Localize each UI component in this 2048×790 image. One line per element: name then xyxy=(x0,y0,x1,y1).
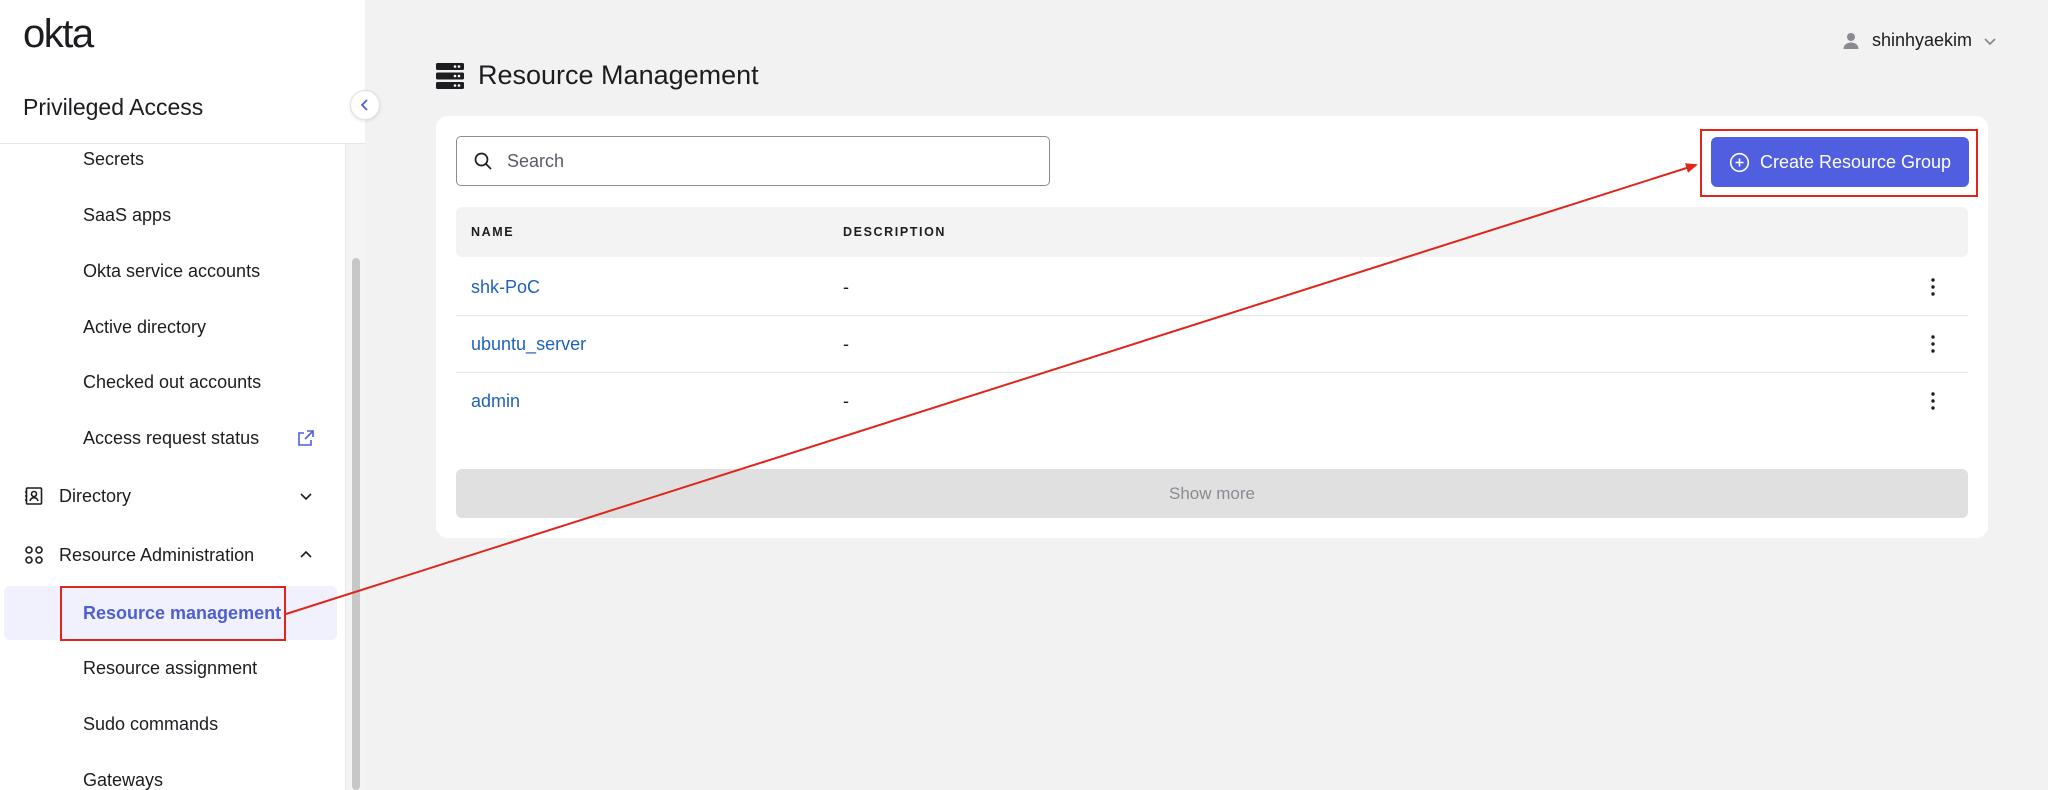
resource-group-description: - xyxy=(843,334,849,354)
user-icon xyxy=(1843,32,1859,49)
sidebar-section-resource-administration[interactable]: Resource Administration xyxy=(0,528,340,582)
server-icon xyxy=(436,62,464,89)
table-row: ubuntu_server - xyxy=(456,316,1968,373)
sidebar-item-gateways[interactable]: Gateways xyxy=(0,753,340,790)
sidebar-item-active-directory[interactable]: Active directory xyxy=(0,300,340,354)
chevron-left-icon xyxy=(360,99,368,111)
grid-icon xyxy=(24,545,44,565)
table-row: admin - xyxy=(456,373,1968,430)
table-row: shk-PoC - xyxy=(456,259,1968,316)
search-input[interactable] xyxy=(507,150,1027,172)
sidebar-item-sudo-commands[interactable]: Sudo commands xyxy=(0,697,340,751)
resource-group-link[interactable]: ubuntu_server xyxy=(471,316,586,373)
column-header-name[interactable]: NAME xyxy=(471,207,514,257)
row-actions-button[interactable] xyxy=(1922,333,1944,355)
sidebar-section-directory[interactable]: Directory xyxy=(0,469,340,523)
sidebar-item-okta-service-accounts[interactable]: Okta service accounts xyxy=(0,244,340,298)
search-icon xyxy=(474,152,492,170)
page-title: Resource Management xyxy=(478,60,759,90)
page-header: Resource Management xyxy=(436,60,759,91)
chevron-down-icon xyxy=(1984,37,1996,45)
row-actions-button[interactable] xyxy=(1922,276,1944,298)
more-vertical-icon xyxy=(1931,278,1935,296)
search-box[interactable] xyxy=(456,136,1050,186)
sidebar-scrollbar-thumb[interactable] xyxy=(352,258,360,790)
row-actions-button[interactable] xyxy=(1922,390,1944,412)
table-header: NAME DESCRIPTION xyxy=(456,207,1968,257)
sidebar-item-secrets[interactable]: Secrets xyxy=(0,132,340,186)
sidebar-item-saas-apps[interactable]: SaaS apps xyxy=(0,188,340,242)
more-vertical-icon xyxy=(1931,335,1935,353)
sidebar: okta Privileged Access Secrets SaaS apps… xyxy=(0,0,365,790)
username: shinhyaekim xyxy=(1871,30,1972,50)
sidebar-collapse-button[interactable] xyxy=(350,90,380,120)
column-header-description: DESCRIPTION xyxy=(843,225,947,239)
okta-logo[interactable]: okta xyxy=(23,12,94,57)
annotation-box-resource-management xyxy=(60,586,286,641)
user-menu[interactable]: shinhyaekim xyxy=(1842,30,1998,51)
app-title: Privileged Access xyxy=(23,94,204,120)
sidebar-item-checked-out-accounts[interactable]: Checked out accounts xyxy=(0,355,340,409)
directory-icon xyxy=(24,486,44,506)
external-link-icon xyxy=(298,430,314,446)
resource-group-link[interactable]: shk-PoC xyxy=(471,259,540,316)
sidebar-item-access-request-status[interactable]: Access request status xyxy=(0,411,340,465)
annotation-box-create-button xyxy=(1700,129,1978,197)
sidebar-item-resource-assignment[interactable]: Resource assignment xyxy=(0,641,340,695)
more-vertical-icon xyxy=(1931,392,1935,410)
resource-group-link[interactable]: admin xyxy=(471,373,520,430)
show-more-button[interactable]: Show more xyxy=(456,469,1968,518)
chevron-down-icon xyxy=(300,493,312,501)
resource-group-description: - xyxy=(843,277,849,297)
resource-group-description: - xyxy=(843,391,849,411)
chevron-up-icon xyxy=(300,550,312,558)
